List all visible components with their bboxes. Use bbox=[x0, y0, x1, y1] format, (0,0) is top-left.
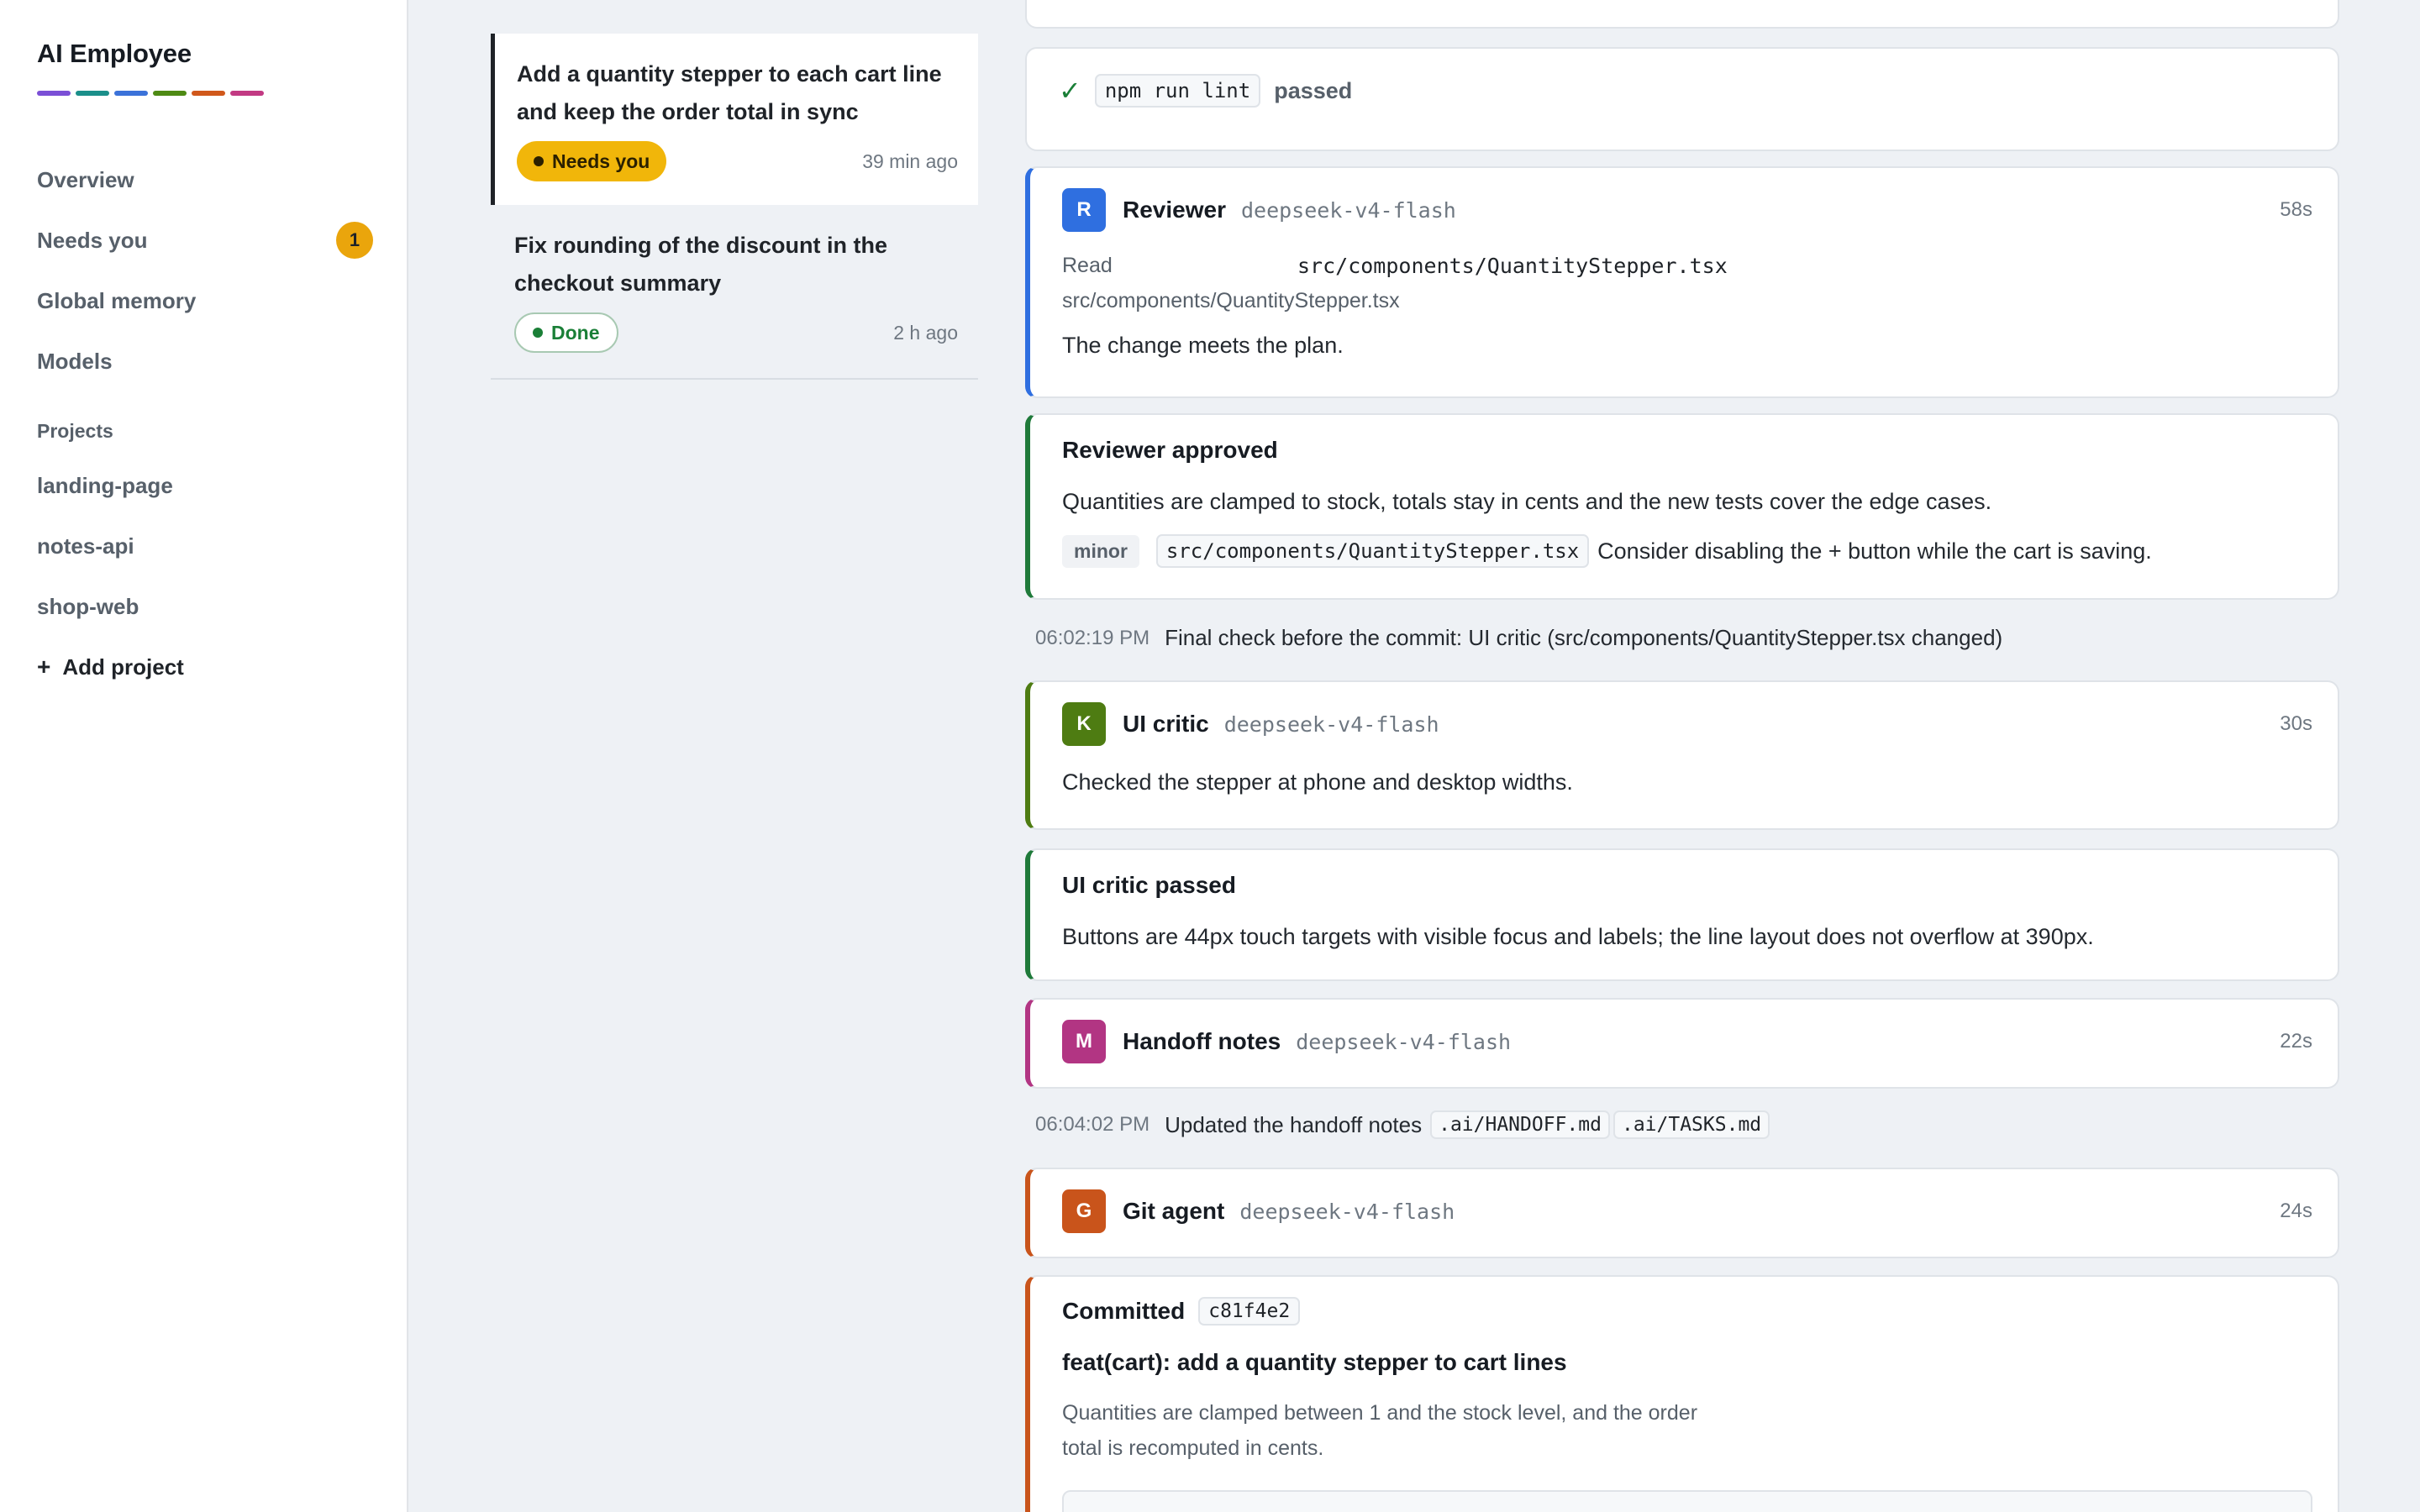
log-text: Final check before the commit: UI critic… bbox=[1165, 625, 2003, 650]
commit-title: Committed bbox=[1062, 1298, 1186, 1324]
task-timestamp: 2 h ago bbox=[893, 321, 958, 344]
commit-diff-box[interactable] bbox=[1062, 1490, 2312, 1512]
color-swatch bbox=[192, 91, 225, 96]
nav-item-label: Overview bbox=[37, 166, 134, 192]
task-item[interactable]: Add a quantity stepper to each cart line… bbox=[491, 34, 978, 205]
lint-result: passed bbox=[1274, 77, 1353, 103]
tool-read-path: src/components/QuantityStepper.tsx bbox=[1062, 289, 1400, 312]
git-agent-card: G Git agent deepseek-v4-flash 24s bbox=[1025, 1168, 2339, 1258]
task-list: Add a quantity stepper to each cart line… bbox=[491, 34, 978, 380]
agent-model: deepseek-v4-flash bbox=[1239, 1199, 1455, 1224]
lint-result-card: ✓ npm run lint passed bbox=[1025, 47, 2339, 151]
log-line: 06:02:19 PM Final check before the commi… bbox=[1035, 625, 2002, 651]
previous-card bbox=[1025, 0, 2339, 29]
verdict-body: Quantities are clamped to stock, totals … bbox=[1062, 489, 1992, 514]
sidebar: AI Employee Overview Needs you 1 Global … bbox=[0, 0, 408, 1512]
projects-heading: Projects bbox=[37, 420, 113, 442]
status-label: Done bbox=[551, 321, 600, 344]
nav-item-global-memory[interactable]: Global memory bbox=[37, 270, 373, 331]
color-swatch bbox=[230, 91, 264, 96]
check-icon: ✓ bbox=[1059, 76, 1081, 106]
nav-item-needs-you[interactable]: Needs you 1 bbox=[37, 210, 373, 270]
commit-message: feat(cart): add a quantity stepper to ca… bbox=[1062, 1349, 1567, 1375]
project-item-notes-api[interactable]: notes-api bbox=[37, 516, 373, 576]
nav-item-overview[interactable]: Overview bbox=[37, 150, 373, 210]
log-timestamp: 06:02:19 PM bbox=[1035, 626, 1150, 649]
severity-tag: minor bbox=[1062, 534, 1139, 568]
tasks-file-chip: .ai/TASKS.md bbox=[1612, 1110, 1770, 1139]
lint-command: npm run lint bbox=[1094, 74, 1261, 108]
agent-name: Handoff notes bbox=[1123, 1028, 1281, 1054]
log-line: 06:04:02 PM Updated the handoff notes .a… bbox=[1035, 1110, 1770, 1139]
tool-read-file: src/components/QuantityStepper.tsx bbox=[1297, 254, 1728, 278]
task-title: Add a quantity stepper to each cart line… bbox=[517, 61, 942, 124]
task-item[interactable]: Fix rounding of the discount in the chec… bbox=[491, 205, 978, 380]
project-item-landing-page[interactable]: landing-page bbox=[37, 455, 373, 516]
status-label: Needs you bbox=[552, 150, 650, 172]
plus-icon: + bbox=[37, 654, 51, 680]
agent-model: deepseek-v4-flash bbox=[1296, 1029, 1512, 1054]
agent-duration: 58s bbox=[2280, 198, 2312, 221]
agent-model: deepseek-v4-flash bbox=[1223, 711, 1439, 737]
add-project-button[interactable]: + Add project bbox=[37, 637, 373, 697]
agent-duration: 24s bbox=[2280, 1200, 2312, 1222]
agent-message: Checked the stepper at phone and desktop… bbox=[1062, 769, 1573, 795]
task-timestamp: 39 min ago bbox=[862, 150, 958, 172]
git-avatar: G bbox=[1062, 1189, 1106, 1233]
log-text: Updated the handoff notes bbox=[1165, 1111, 1423, 1137]
tool-read-label: Read bbox=[1062, 254, 1113, 277]
agent-name: Git agent bbox=[1123, 1198, 1225, 1224]
agent-name: UI critic bbox=[1123, 711, 1209, 737]
reviewer-avatar: R bbox=[1062, 188, 1106, 232]
status-dot-icon bbox=[534, 156, 544, 166]
agent-duration: 22s bbox=[2280, 1030, 2312, 1053]
nav-item-label: Global memory bbox=[37, 287, 197, 313]
nav-item-models[interactable]: Models bbox=[37, 331, 373, 391]
agent-name: Reviewer bbox=[1123, 197, 1226, 223]
app-title: AI Employee bbox=[37, 39, 192, 68]
color-swatch bbox=[114, 91, 148, 96]
ui-critic-avatar: K bbox=[1062, 702, 1106, 746]
project-item-shop-web[interactable]: shop-web bbox=[37, 576, 373, 637]
status-dot-icon bbox=[533, 328, 543, 338]
add-project-label: Add project bbox=[62, 654, 184, 680]
color-swatch bbox=[37, 91, 71, 96]
reviewer-agent-card: R Reviewer deepseek-v4-flash 58s Read sr… bbox=[1025, 166, 2339, 398]
agent-message: The change meets the plan. bbox=[1062, 333, 1344, 358]
agent-duration: 30s bbox=[2280, 712, 2312, 735]
verdict-body: Buttons are 44px touch targets with visi… bbox=[1062, 924, 2094, 949]
handoff-agent-card: M Handoff notes deepseek-v4-flash 22s bbox=[1025, 998, 2339, 1089]
commit-card: Committed c81f4e2 feat(cart): add a quan… bbox=[1025, 1275, 2339, 1512]
handoff-file-chip: .ai/HANDOFF.md bbox=[1430, 1110, 1610, 1139]
nav-item-label: Needs you bbox=[37, 227, 148, 253]
commit-hash[interactable]: c81f4e2 bbox=[1198, 1297, 1301, 1326]
handoff-avatar: M bbox=[1062, 1020, 1106, 1063]
log-timestamp: 06:04:02 PM bbox=[1035, 1113, 1150, 1136]
brand-color-strip bbox=[37, 91, 264, 96]
nav-item-label: Models bbox=[37, 348, 113, 374]
verdict-title: Reviewer approved bbox=[1062, 437, 1278, 463]
needs-you-count-badge: 1 bbox=[336, 222, 373, 259]
ui-critic-passed-card: UI critic passed Buttons are 44px touch … bbox=[1025, 848, 2339, 981]
commit-body-line: Quantities are clamped between 1 and the… bbox=[1062, 1401, 1698, 1425]
finding-file: src/components/QuantityStepper.tsx bbox=[1155, 534, 1590, 568]
color-swatch bbox=[76, 91, 109, 96]
verdict-title: UI critic passed bbox=[1062, 872, 1236, 898]
status-badge-done: Done bbox=[514, 312, 618, 353]
project-list: landing-page notes-api shop-web + Add pr… bbox=[37, 455, 373, 697]
agent-model: deepseek-v4-flash bbox=[1240, 197, 1456, 223]
task-title: Fix rounding of the discount in the chec… bbox=[514, 233, 887, 296]
color-swatch bbox=[153, 91, 187, 96]
status-badge-needs-you: Needs you bbox=[517, 141, 667, 181]
commit-body-line: total is recomputed in cents. bbox=[1062, 1436, 1324, 1460]
main-nav: Overview Needs you 1 Global memory Model… bbox=[37, 150, 373, 391]
app-window: AI Employee Overview Needs you 1 Global … bbox=[0, 0, 2420, 1512]
ui-critic-agent-card: K UI critic deepseek-v4-flash 30s Checke… bbox=[1025, 680, 2339, 830]
reviewer-approved-card: Reviewer approved Quantities are clamped… bbox=[1025, 413, 2339, 600]
finding-note: Consider disabling the + button while th… bbox=[1597, 538, 2152, 564]
